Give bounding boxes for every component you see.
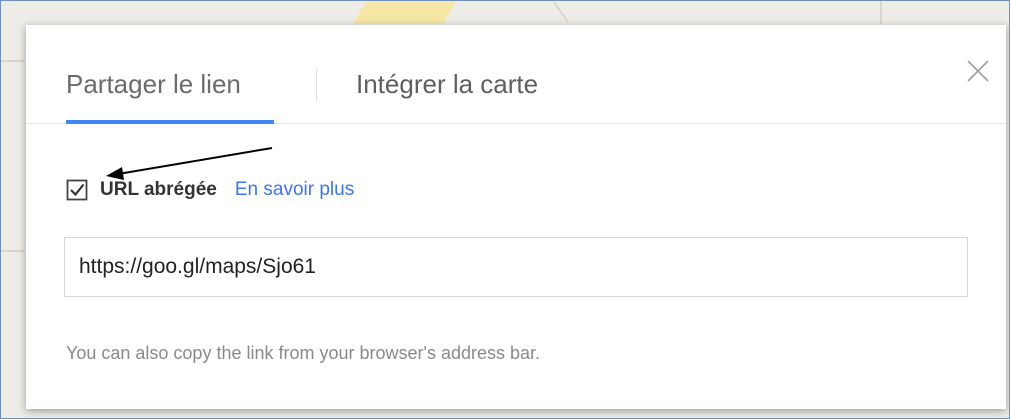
short-url-row: URL abrégée En savoir plus [66, 175, 354, 205]
help-text: You can also copy the link from your bro… [66, 343, 541, 363]
tab-embed-map[interactable]: Intégrer la carte [356, 69, 538, 100]
learn-more-link[interactable]: En savoir plus [235, 179, 354, 201]
share-dialog: Partager le lien Intégrer la carte URL a… [26, 25, 1006, 409]
checkbox-checked-icon [66, 179, 88, 201]
tab-divider [316, 69, 317, 101]
dialog-tabs: Partager le lien Intégrer la carte [26, 25, 1006, 124]
short-url-label: URL abrégée [100, 179, 217, 200]
tab-share-link[interactable]: Partager le lien [66, 69, 241, 100]
map-line [553, 1, 569, 23]
map-line [0, 250, 24, 252]
short-url-checkbox[interactable] [66, 179, 88, 201]
map-road [353, 0, 457, 24]
map-line [0, 60, 24, 62]
close-icon [967, 60, 989, 82]
map-line [880, 0, 882, 24]
close-button[interactable] [962, 55, 994, 87]
share-url-input[interactable] [64, 237, 968, 297]
active-tab-indicator [66, 120, 274, 124]
